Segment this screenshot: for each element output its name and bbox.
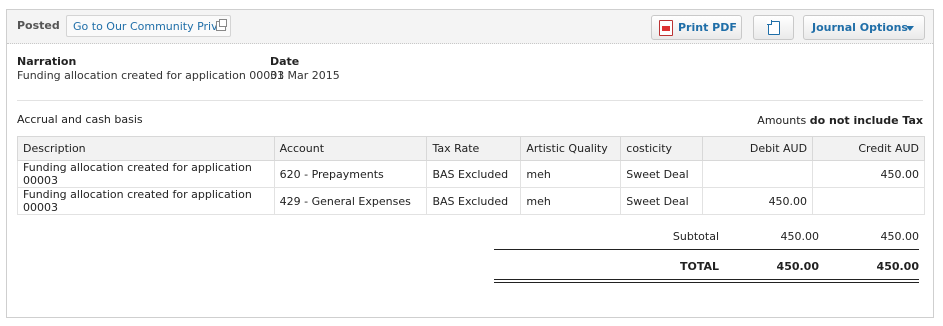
print-pdf-label: Print PDF (678, 21, 737, 34)
cell-costicity: Sweet Deal (620, 187, 704, 215)
cell-artistic-quality: meh (520, 187, 622, 215)
cell-description: Funding allocation created for applicati… (17, 160, 275, 188)
total-double-rule-top (494, 279, 919, 280)
amounts-tax-note: Amounts do not include Tax (757, 114, 923, 127)
basis-text: Accrual and cash basis (17, 113, 143, 126)
cell-tax-rate: BAS Excluded (426, 187, 522, 215)
copy-icon (767, 20, 780, 35)
subtotal-label: Subtotal (672, 230, 719, 243)
amounts-prefix: Amounts (757, 114, 807, 127)
table-header-row: Description Account Tax Rate Artistic Qu… (17, 136, 925, 161)
section-divider (17, 100, 923, 101)
column-header-credit[interactable]: Credit AUD (812, 136, 925, 161)
total-debit: 450.00 (776, 260, 819, 273)
cell-description: Funding allocation created for applicati… (17, 187, 275, 215)
column-header-description[interactable]: Description (17, 136, 275, 161)
external-link-icon (216, 19, 227, 31)
subtotal-rule (494, 249, 919, 250)
cell-account: 429 - General Expenses (273, 187, 428, 215)
narration-value: Funding allocation created for applicati… (17, 69, 285, 82)
journal-panel: Posted Go to Our Community Priv... Print… (6, 9, 934, 318)
cell-debit (702, 160, 814, 188)
table-row: Funding allocation created for applicati… (17, 160, 925, 188)
column-header-costicity[interactable]: costicity (620, 136, 704, 161)
cell-credit: 450.00 (812, 160, 925, 188)
cell-account: 620 - Prepayments (273, 160, 428, 188)
column-header-account[interactable]: Account (273, 136, 428, 161)
amounts-suffix: do not include Tax (809, 114, 923, 127)
column-header-tax-rate[interactable]: Tax Rate (426, 136, 522, 161)
total-credit: 450.00 (876, 260, 919, 273)
cell-debit: 450.00 (702, 187, 814, 215)
community-link-label: Go to Our Community Priv... (73, 20, 228, 33)
copy-button[interactable] (753, 15, 794, 40)
narration-label: Narration (17, 55, 77, 68)
cell-credit (812, 187, 925, 215)
total-label: TOTAL (679, 260, 719, 273)
subtotal-debit: 450.00 (780, 230, 820, 243)
cell-artistic-quality: meh (520, 160, 622, 188)
chevron-down-icon (906, 26, 914, 31)
column-header-debit[interactable]: Debit AUD (702, 136, 814, 161)
journal-toolbar: Posted Go to Our Community Priv... Print… (7, 10, 933, 44)
pdf-icon (659, 20, 673, 36)
date-label: Date (270, 55, 300, 68)
total-double-rule-bottom (494, 282, 919, 283)
journal-lines-table: Description Account Tax Rate Artistic Qu… (17, 136, 925, 215)
status-label: Posted (17, 19, 60, 32)
journal-options-label: Journal Options (812, 21, 908, 34)
cell-tax-rate: BAS Excluded (426, 160, 522, 188)
community-link[interactable]: Go to Our Community Priv... (66, 15, 231, 37)
cell-costicity: Sweet Deal (620, 160, 704, 188)
print-pdf-button[interactable]: Print PDF (651, 15, 742, 40)
table-row: Funding allocation created for applicati… (17, 187, 925, 215)
subtotal-row: Subtotal 450.00 450.00 (494, 230, 919, 250)
subtotal-credit: 450.00 (880, 230, 920, 243)
journal-options-button[interactable]: Journal Options (803, 15, 925, 40)
total-row: TOTAL 450.00 450.00 (494, 260, 919, 280)
date-value: 31 Mar 2015 (270, 69, 340, 82)
column-header-artistic-quality[interactable]: Artistic Quality (520, 136, 622, 161)
